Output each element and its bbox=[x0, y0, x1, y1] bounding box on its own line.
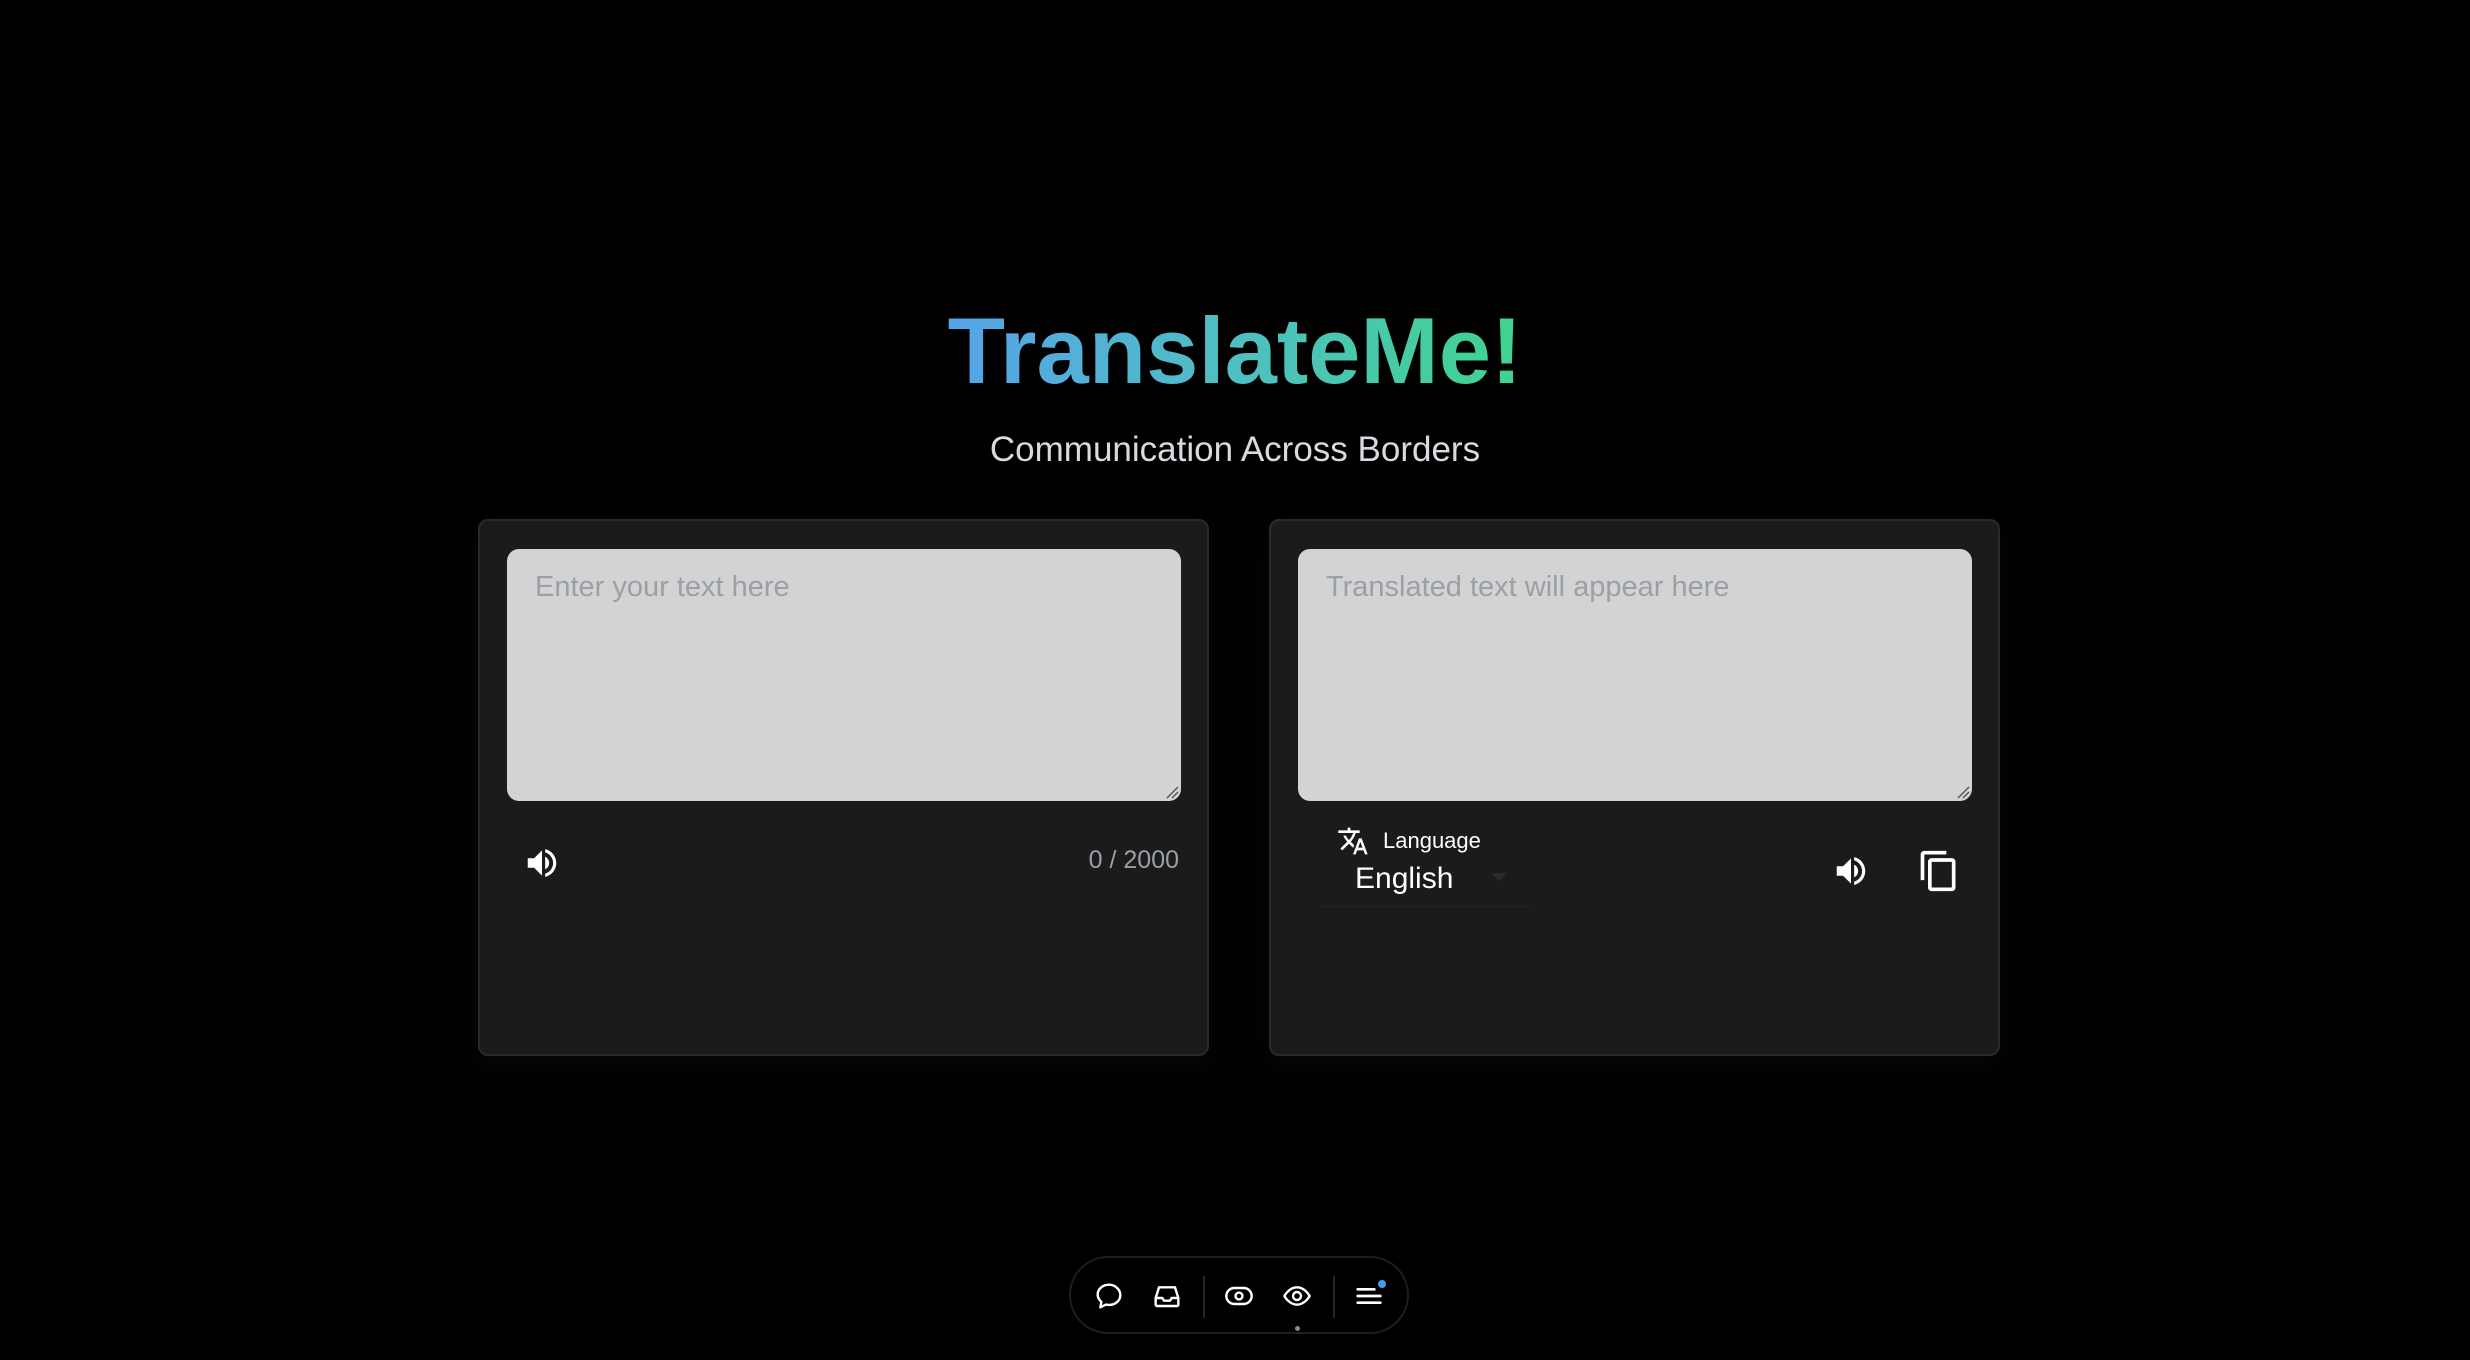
dock-preview-button[interactable] bbox=[1279, 1278, 1315, 1314]
app-subtitle: Communication Across Borders bbox=[989, 430, 1481, 469]
dock-view-button[interactable] bbox=[1221, 1278, 1257, 1314]
app-title-text: TranslateMe! bbox=[947, 298, 1523, 403]
volume-icon bbox=[1836, 857, 1866, 885]
dock-divider bbox=[1203, 1276, 1205, 1318]
chevron-down-icon bbox=[1491, 873, 1507, 881]
source-speak-button[interactable] bbox=[522, 843, 562, 883]
source-text-input[interactable] bbox=[507, 549, 1181, 801]
source-textarea-wrap bbox=[507, 549, 1181, 801]
eye-icon bbox=[1283, 1286, 1311, 1306]
dock-menu-button[interactable] bbox=[1351, 1278, 1387, 1314]
dock-chat-button[interactable] bbox=[1091, 1278, 1127, 1314]
bottom-dock bbox=[1069, 1256, 1409, 1334]
target-speak-button[interactable] bbox=[1831, 851, 1871, 891]
source-card: 0 / 2000 bbox=[478, 519, 1209, 1056]
copy-icon bbox=[1920, 850, 1956, 892]
copy-button[interactable] bbox=[1917, 849, 1961, 893]
character-counter: 0 / 2000 bbox=[1088, 846, 1179, 874]
app-root: TranslateMe! Communication Across Border… bbox=[0, 0, 2470, 1360]
language-select-value: English bbox=[1355, 861, 1454, 895]
active-indicator-dot bbox=[1295, 1326, 1300, 1331]
chat-bubble-icon bbox=[1096, 1283, 1122, 1309]
translated-text-output[interactable] bbox=[1298, 549, 1972, 801]
target-card: Language English bbox=[1269, 519, 2000, 1056]
dock-inbox-button[interactable] bbox=[1149, 1278, 1185, 1314]
volume-icon bbox=[527, 849, 557, 877]
target-textarea-wrap bbox=[1298, 549, 1972, 801]
dock-divider bbox=[1333, 1276, 1335, 1318]
inbox-icon bbox=[1154, 1286, 1180, 1308]
language-select[interactable]: English bbox=[1319, 851, 1535, 907]
eye-outline-icon bbox=[1225, 1286, 1253, 1306]
app-title: TranslateMe! bbox=[0, 296, 2470, 406]
notification-dot bbox=[1378, 1280, 1386, 1288]
